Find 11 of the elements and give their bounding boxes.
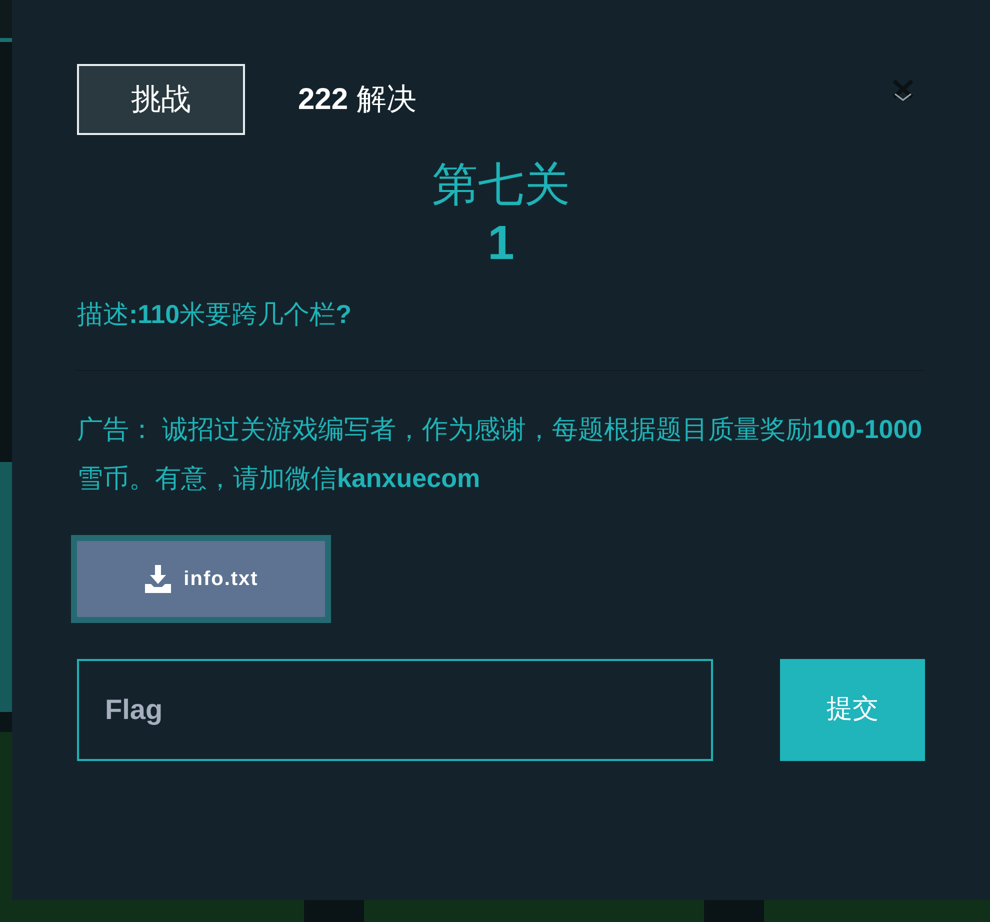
- download-icon: [144, 564, 172, 593]
- close-icon[interactable]: [891, 78, 915, 100]
- challenge-points: 1: [488, 220, 514, 268]
- download-button[interactable]: info.txt: [71, 534, 331, 623]
- flag-input-field[interactable]: Flag: [77, 658, 713, 761]
- challenge-description: 描述:110米要跨几个栏?: [77, 298, 352, 332]
- announcement-text: 广告： 诚招过关游戏编写者，作为感谢，每题根据题目质量奖励100-1000雪币。有意，请加微信kanxuecom: [77, 412, 924, 495]
- challenge-title: 第七关: [432, 157, 570, 212]
- challenge-tab[interactable]: 挑战: [77, 64, 245, 135]
- submit-button[interactable]: 提交: [780, 658, 925, 761]
- solves-count: 222 解决: [298, 81, 416, 119]
